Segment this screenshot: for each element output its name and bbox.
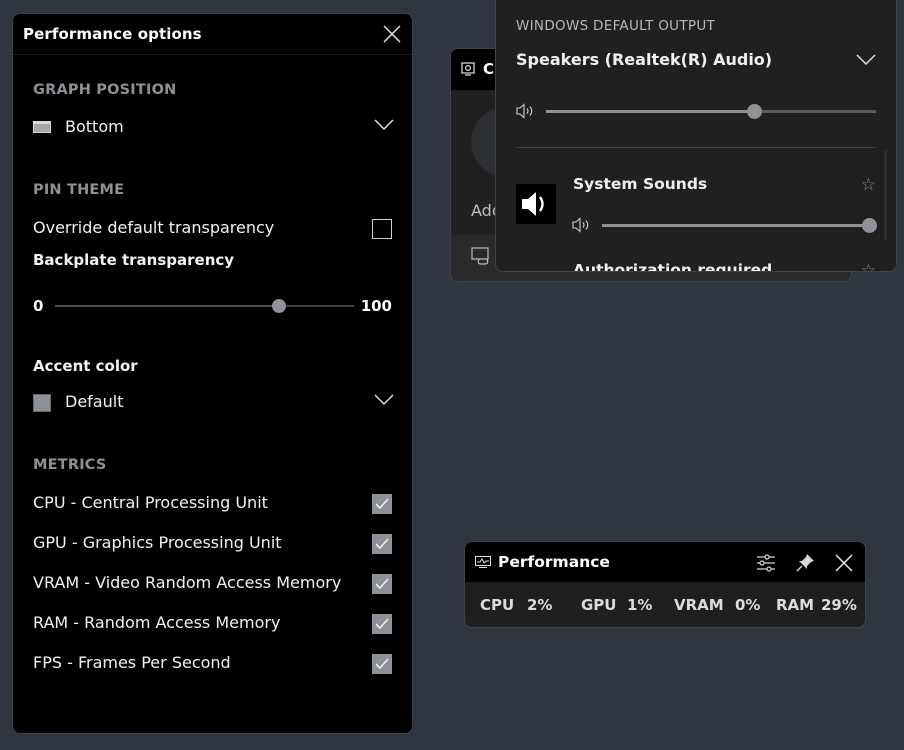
slider-fill (55, 305, 280, 307)
slider-min-label: 0 (33, 297, 44, 315)
performance-widget-titlebar: Performance (465, 542, 865, 582)
performance-monitor-icon (475, 556, 491, 568)
app-volume-fill (602, 224, 869, 227)
backplate-transparency-label: Backplate transparency (33, 251, 235, 269)
speaker-volume-icon[interactable] (516, 103, 536, 119)
position-bottom-icon (33, 121, 51, 133)
close-icon (835, 554, 853, 572)
webcam-icon (461, 62, 475, 76)
close-icon (383, 25, 401, 43)
graph-position-heading: GRAPH POSITION (33, 82, 177, 98)
pin-theme-heading: PIN THEME (33, 182, 125, 198)
output-heading: WINDOWS DEFAULT OUTPUT (516, 18, 716, 34)
master-volume-thumb[interactable] (746, 104, 762, 119)
metric-name-gpu: GPU (581, 596, 617, 614)
accent-color-value: Default (65, 392, 124, 411)
accent-color-dropdown[interactable]: Default (31, 390, 394, 416)
speaker-volume-icon[interactable] (572, 217, 592, 233)
audio-panel: WINDOWS DEFAULT OUTPUT Speakers (Realtek… (495, 0, 897, 272)
metrics-heading: METRICS (33, 457, 107, 473)
slider-thumb[interactable] (272, 299, 287, 313)
metric-value-gpu: 1% (627, 596, 653, 614)
system-sounds-app-icon (516, 184, 556, 224)
speaker-icon (522, 192, 544, 216)
performance-options-panel: Performance options GRAPH POSITION Botto… (12, 13, 413, 734)
divider (516, 147, 876, 148)
slider-max-label: 100 (360, 297, 392, 315)
chevron-down-icon (374, 119, 394, 131)
close-button[interactable] (833, 552, 855, 574)
close-button[interactable] (382, 24, 402, 44)
metric-option-label: VRAM - Video Random Access Memory (33, 573, 342, 592)
accent-color-label: Accent color (33, 357, 138, 375)
checkmark-icon (375, 538, 389, 549)
checkmark-icon (375, 578, 389, 589)
sliders-icon (757, 554, 775, 572)
panel-titlebar: Performance options (13, 14, 412, 55)
override-transparency-checkbox[interactable] (372, 219, 392, 239)
metric-name-vram: VRAM (674, 596, 724, 614)
output-device-label: Speakers (Realtek(R) Audio) (516, 50, 773, 69)
graph-position-value: Bottom (65, 117, 124, 136)
chevron-down-icon (856, 54, 876, 66)
capture-title: C (483, 60, 495, 78)
master-volume-slider[interactable] (546, 104, 876, 119)
metric-name-cpu: CPU (480, 596, 515, 614)
master-volume-row (516, 101, 876, 121)
performance-widget-title: Performance (498, 553, 610, 571)
audio-scrollbar[interactable] (884, 150, 887, 240)
metric-option-label: GPU - Graphics Processing Unit (33, 533, 282, 552)
metric-value-ram: 29% (821, 596, 857, 614)
metric-checkbox-gpu[interactable] (372, 534, 392, 554)
screen-controller-icon[interactable] (471, 247, 491, 265)
app-name-system-sounds: System Sounds (573, 175, 708, 193)
checkmark-icon (375, 498, 389, 509)
options-button[interactable] (755, 552, 777, 574)
metric-option-label: FPS - Frames Per Second (33, 653, 231, 672)
checkmark-icon (375, 618, 389, 629)
app-volume-thumb[interactable] (862, 218, 877, 233)
pin-icon (796, 554, 814, 572)
favorite-star-icon[interactable]: ☆ (861, 261, 876, 271)
performance-widget: Performance CPU 2% GPU 1% VRAM 0% RAM 29… (464, 541, 866, 628)
metric-checkbox-vram[interactable] (372, 574, 392, 594)
metric-name-ram: RAM (776, 596, 815, 614)
color-swatch-icon (33, 394, 51, 412)
app-name-authorization: Authorization required (573, 261, 773, 272)
graph-position-dropdown[interactable]: Bottom (31, 115, 394, 141)
metric-checkbox-cpu[interactable] (372, 494, 392, 514)
output-device-dropdown[interactable]: Speakers (Realtek(R) Audio) (516, 50, 876, 76)
metric-option-label: CPU - Central Processing Unit (33, 493, 268, 512)
metric-value-cpu: 2% (527, 596, 553, 614)
backplate-transparency-slider[interactable]: 0 100 (33, 296, 392, 316)
pin-button[interactable] (794, 552, 816, 574)
system-sounds-volume-row (572, 215, 877, 235)
app-volume-slider[interactable] (602, 218, 877, 233)
panel-title: Performance options (23, 25, 202, 43)
metric-option-label: RAM - Random Access Memory (33, 613, 281, 632)
performance-metrics-row: CPU 2% GPU 1% VRAM 0% RAM 29% (465, 596, 865, 616)
override-transparency-label: Override default transparency (33, 218, 275, 237)
metric-checkbox-ram[interactable] (372, 614, 392, 634)
checkmark-icon (375, 658, 389, 669)
favorite-star-icon[interactable]: ☆ (861, 175, 876, 195)
metric-checkbox-fps[interactable] (372, 654, 392, 674)
chevron-down-icon (374, 394, 394, 406)
metric-value-vram: 0% (735, 596, 761, 614)
master-volume-fill (546, 110, 754, 113)
slider-track[interactable] (55, 299, 354, 313)
